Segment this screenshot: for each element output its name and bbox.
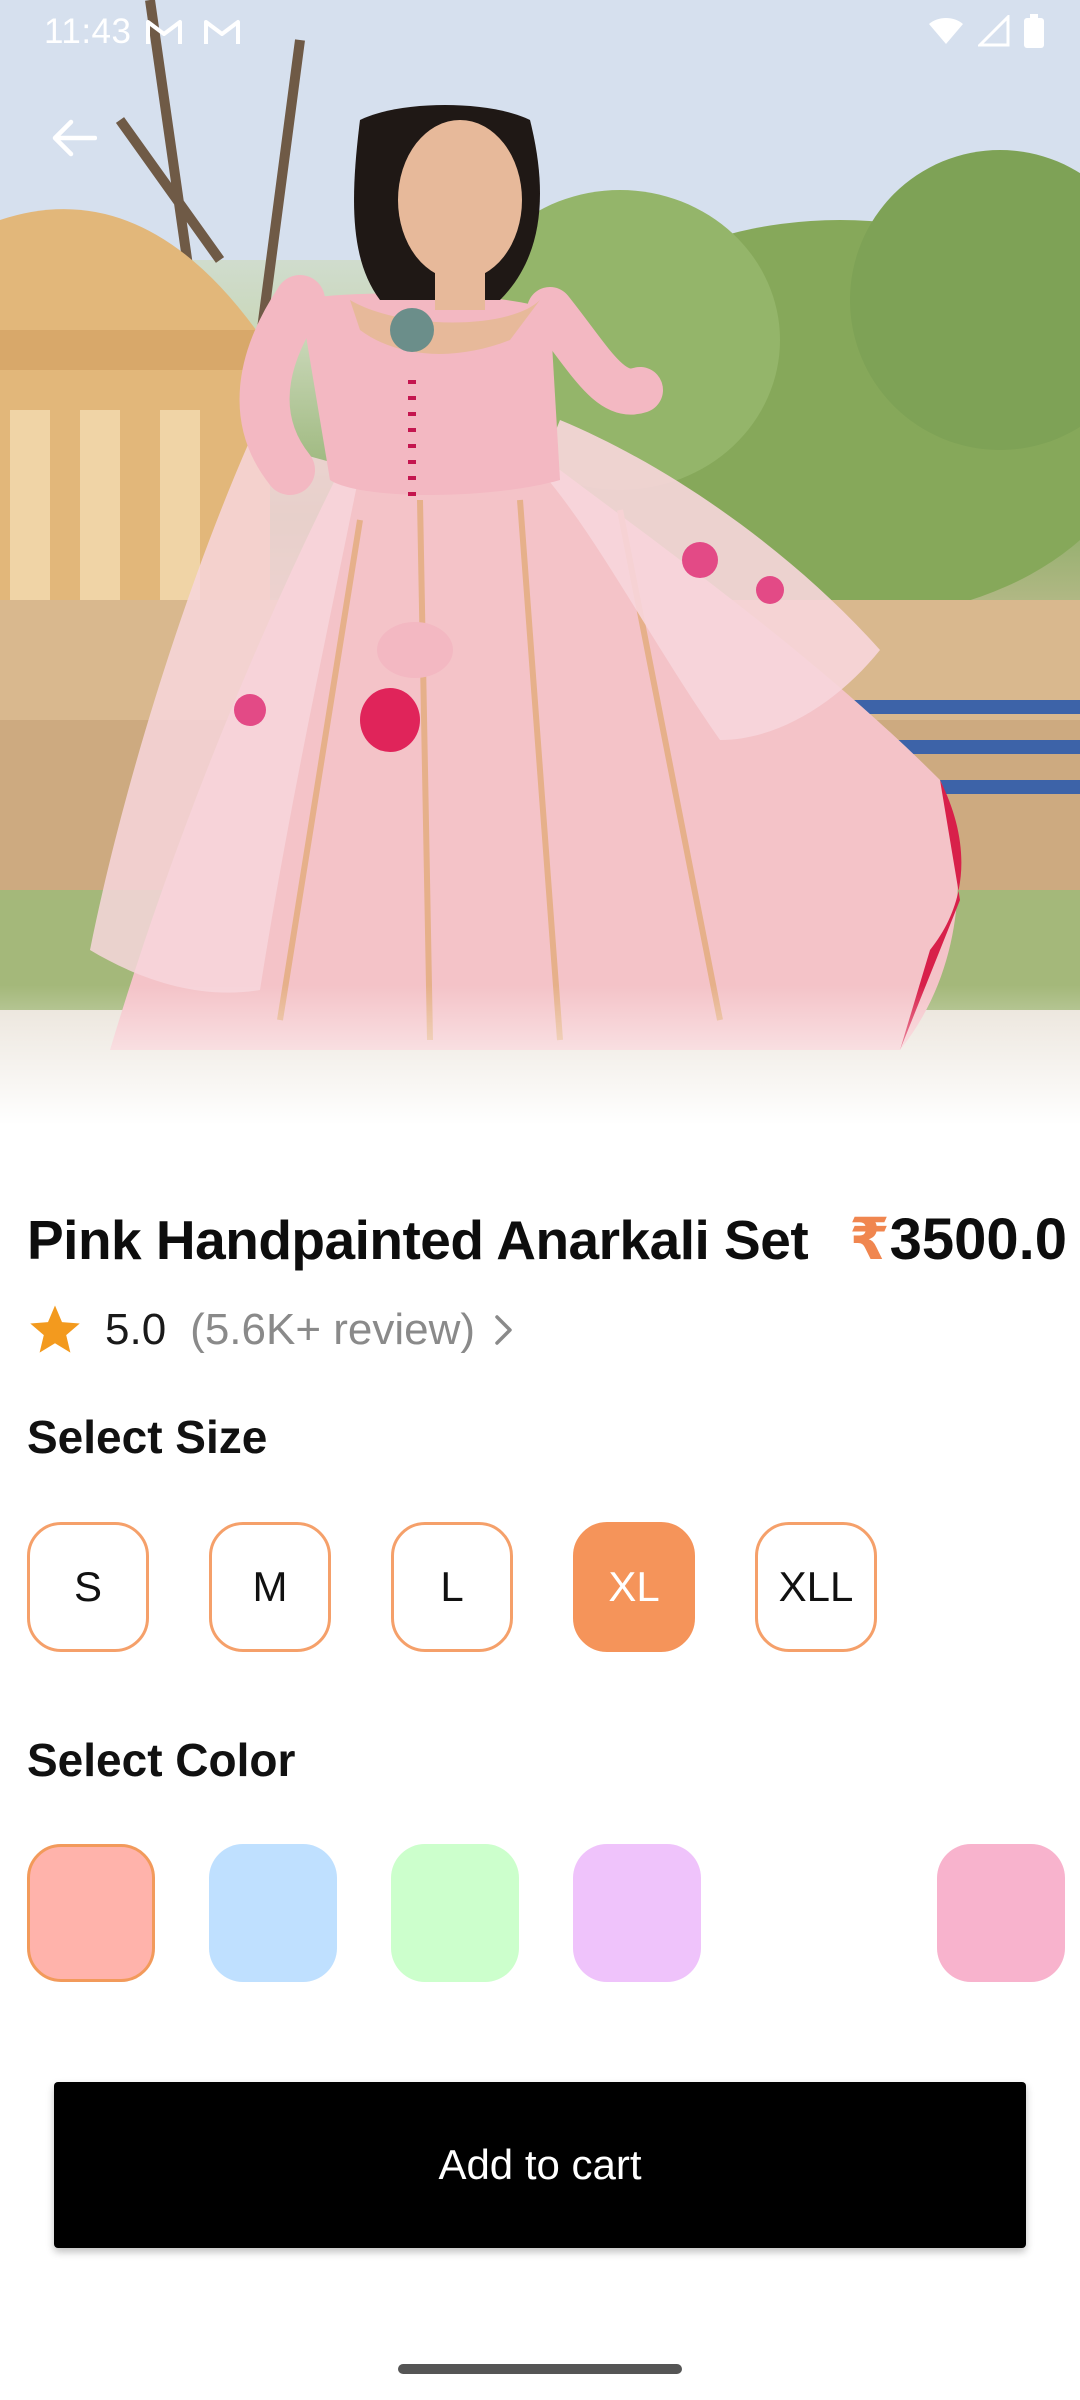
battery-icon <box>1024 14 1044 48</box>
color-options <box>27 1844 1067 1984</box>
select-color-label: Select Color <box>27 1734 296 1786</box>
color-swatch-1[interactable] <box>27 1844 155 1982</box>
gmail-icon <box>146 20 182 44</box>
arrow-left-icon <box>52 119 97 157</box>
wifi-icon <box>929 18 963 44</box>
color-swatch-3[interactable] <box>391 1844 519 1982</box>
gmail-icon <box>204 20 240 44</box>
rating-value: 5.0 <box>105 1305 167 1354</box>
size-option-xll[interactable]: XLL <box>755 1522 877 1652</box>
size-option-s[interactable]: S <box>27 1522 149 1652</box>
color-swatch-5[interactable] <box>755 1844 883 1982</box>
color-swatch-6[interactable] <box>937 1844 1065 1982</box>
star-icon <box>30 1305 80 1353</box>
size-option-m[interactable]: M <box>209 1522 331 1652</box>
product-title: Pink Handpainted Anarkali Set <box>27 1209 809 1271</box>
hero-bottom-fade <box>0 985 1080 1125</box>
status-bar: 11:43 <box>0 0 1080 62</box>
chevron-right-icon <box>495 1315 512 1345</box>
price-currency: ₹ <box>849 1207 890 1272</box>
select-size-label: Select Size <box>27 1411 268 1463</box>
color-swatch-2[interactable] <box>209 1844 337 1982</box>
color-swatch-4[interactable] <box>573 1844 701 1982</box>
status-time: 11:43 <box>44 12 132 51</box>
signal-icon <box>978 15 1010 47</box>
size-option-l[interactable]: L <box>391 1522 513 1652</box>
back-button[interactable] <box>36 100 112 176</box>
product-photo-illustration <box>0 0 1080 1125</box>
price-value: 3500.0 <box>889 1207 1067 1272</box>
product-price: ₹3500.0 <box>849 1205 1067 1273</box>
size-options: S M L XL XLL <box>27 1522 937 1652</box>
review-count: (5.6K+ review) <box>190 1305 476 1354</box>
size-option-xl[interactable]: XL <box>573 1522 695 1652</box>
home-indicator[interactable] <box>398 2364 682 2374</box>
add-to-cart-button[interactable]: Add to cart <box>54 2082 1026 2248</box>
product-hero-image[interactable] <box>0 0 1080 1125</box>
product-title-row: Pink Handpainted Anarkali Set ₹3500.0 <box>27 1205 1067 1273</box>
rating-row[interactable]: 5.0 (5.6K+ review) <box>27 1300 515 1360</box>
product-detail-screen: 11:43 Pink Handpainted Anarkali Set ₹350… <box>0 0 1080 2400</box>
